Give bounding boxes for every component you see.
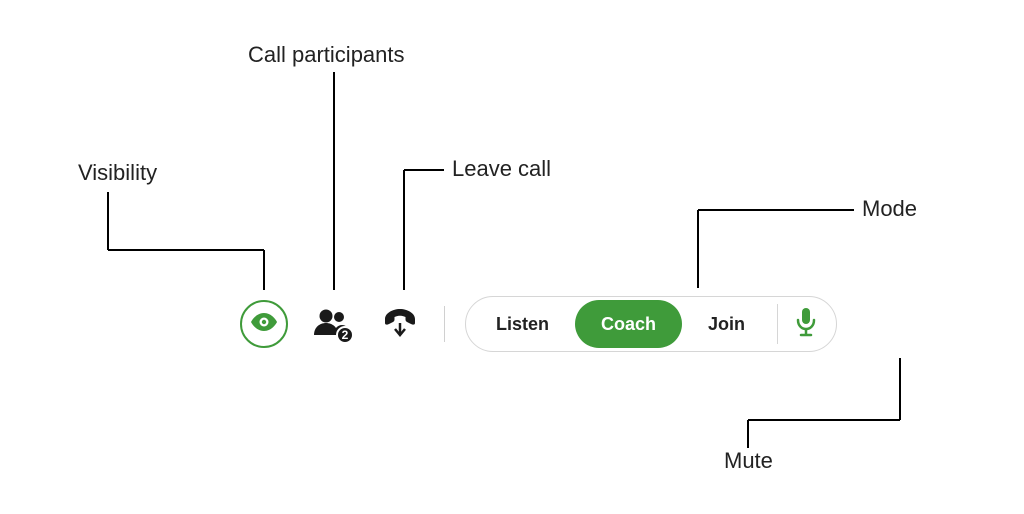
annotation-mode: Mode [862,196,917,222]
annotation-participants: Call participants [248,42,405,68]
leave-call-button[interactable] [376,300,424,348]
annotation-mute: Mute [724,448,773,474]
participants-count-badge: 2 [336,326,354,344]
annotation-leave-call: Leave call [452,156,551,182]
mute-button[interactable] [780,300,832,348]
visibility-button[interactable] [240,300,288,348]
microphone-icon [795,307,817,342]
mode-coach[interactable]: Coach [575,300,682,348]
mode-join[interactable]: Join [682,300,771,348]
call-toolbar: 2 Listen Coach Join [240,296,837,352]
mode-selector: Listen Coach Join [465,296,837,352]
hangup-icon [383,307,417,342]
annotation-visibility: Visibility [78,160,157,186]
annotation-connectors [0,0,1024,514]
mode-listen[interactable]: Listen [470,300,575,348]
eye-icon [251,313,277,336]
toolbar-separator [444,306,445,342]
mode-separator [777,304,778,344]
diagram-stage: Visibility Call participants Leave call … [0,0,1024,514]
participants-button[interactable]: 2 [308,300,356,348]
